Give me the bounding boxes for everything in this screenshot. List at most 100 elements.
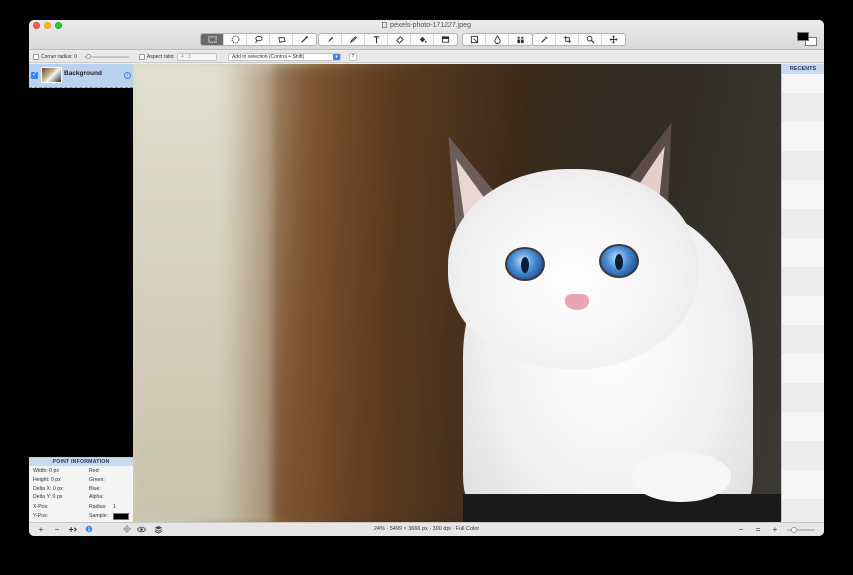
image-info: 24% · 5499 × 3666 px · 300 dpi · Full Co… <box>373 526 480 532</box>
status-bar: + − 24% · 5499 × 3666 px · 300 dpi · Ful… <box>29 522 824 536</box>
red-readout: Red: <box>89 468 100 474</box>
zoom-fit-button[interactable]: = <box>754 525 762 535</box>
foreground-color-swatch[interactable] <box>797 32 809 41</box>
blur-drop-icon <box>493 35 501 44</box>
zoom-tool[interactable] <box>579 34 602 45</box>
image-canvas[interactable] <box>133 64 781 522</box>
window-title: pexels-photo-171227.jpeg <box>29 22 824 29</box>
selection-mode-select[interactable]: Add to selection (Control + Shift) ▾ <box>228 53 341 61</box>
color-swatches[interactable] <box>797 32 817 46</box>
retouch-tools-group <box>462 33 533 46</box>
aspect-ratio-field[interactable]: 4 : 3 <box>177 53 217 61</box>
layer-thumbnail <box>41 67 62 83</box>
selection-tools-group <box>200 33 317 46</box>
paint-bucket-tool[interactable] <box>411 34 434 45</box>
delta-y-readout: Delta Y: 0 px <box>33 494 63 500</box>
utility-tools-group <box>532 33 626 46</box>
aspect-ratio-checkbox[interactable] <box>139 54 145 60</box>
gradient-icon <box>441 36 450 43</box>
sample-label: Sample: <box>89 513 109 519</box>
recents-heading: RECENTS <box>782 64 824 74</box>
clone-stamp-icon <box>517 36 524 44</box>
lasso-tool[interactable] <box>247 34 270 45</box>
aspect-ratio-label: Aspect ratio: <box>147 54 175 60</box>
layer-visibility-checkbox[interactable]: ✓ <box>31 72 38 79</box>
crop-tool[interactable] <box>556 34 579 45</box>
polygon-lasso-icon <box>277 37 286 43</box>
zoom-out-button[interactable]: − <box>737 525 745 535</box>
sample-color-swatch[interactable] <box>113 513 129 520</box>
corner-radius-checkbox[interactable] <box>33 54 39 60</box>
photo-cat-left-pupil <box>521 257 529 273</box>
text-tool[interactable] <box>365 34 388 45</box>
magic-wand-tool[interactable] <box>293 34 316 45</box>
pencil-tool[interactable] <box>342 34 365 45</box>
polygon-lasso-tool[interactable] <box>270 34 293 45</box>
photo-cat-left-eye <box>505 247 545 281</box>
layers-panel: ✓ Background i <box>29 64 133 457</box>
layer-info-icon[interactable]: i <box>124 72 131 79</box>
eraser-tool[interactable] <box>388 34 411 45</box>
lasso-icon <box>254 35 263 44</box>
eyedropper-tool[interactable] <box>533 34 556 45</box>
crop-select-tool[interactable] <box>463 34 486 45</box>
zoom-in-button[interactable]: + <box>771 525 779 535</box>
width-readout: Width: 0 px <box>33 468 59 474</box>
selection-mode-value: Add to selection (Control + Shift) <box>232 54 305 60</box>
aspect-ratio-option[interactable]: Aspect ratio: <box>139 53 175 61</box>
aspect-ratio-value: 4 : 3 <box>181 54 191 60</box>
gradient-tool[interactable] <box>434 34 457 45</box>
layer-name: Background <box>64 70 102 77</box>
chevron-down-icon: ▾ <box>333 54 340 60</box>
move-tool[interactable] <box>602 34 625 45</box>
zoom-slider-knob[interactable] <box>791 527 797 533</box>
pencil-icon <box>349 36 357 44</box>
pen-icon <box>327 36 333 43</box>
help-button[interactable]: ? <box>349 53 357 61</box>
pen-tool[interactable] <box>319 34 342 45</box>
point-information-heading: POINT INFORMATION <box>29 458 133 466</box>
tool-options-bar: Corner radius: 0 Aspect ratio: 4 : 3 Add… <box>29 51 824 63</box>
layer-row[interactable]: ✓ Background i <box>29 64 133 88</box>
radius-value[interactable]: 1 <box>113 504 116 510</box>
photo-cat-paw <box>631 452 731 502</box>
photo-cat-right-pupil <box>615 254 623 270</box>
clone-stamp-tool[interactable] <box>509 34 532 45</box>
document-icon <box>382 22 388 28</box>
blue-readout: Blue: <box>89 486 101 492</box>
move-icon <box>609 35 618 44</box>
y-pos-readout: Y-Pos: <box>33 513 49 519</box>
photo-cat-right-eye <box>599 244 639 278</box>
photo-cat-head <box>448 169 698 369</box>
crop-icon <box>563 35 571 44</box>
radius-label: Radius: <box>89 504 107 510</box>
ellipse-select-icon <box>231 35 239 44</box>
text-icon <box>373 36 379 44</box>
photo-foreground-shadow <box>463 494 781 522</box>
window-title-text: pexels-photo-171227.jpeg <box>390 22 471 29</box>
height-readout: Height: 0 px <box>33 477 61 483</box>
title-bar: pexels-photo-171227.jpeg <box>29 20 824 50</box>
rect-select-tool[interactable] <box>201 34 224 45</box>
recents-panel: RECENTS <box>781 64 824 522</box>
paint-tools-group <box>318 33 458 46</box>
corner-radius-option[interactable]: Corner radius: 0 <box>33 53 77 61</box>
magic-wand-icon <box>301 36 308 43</box>
corner-radius-label: Corner radius: 0 <box>41 54 77 60</box>
rect-select-icon <box>207 36 217 43</box>
eyedropper-icon <box>540 36 548 43</box>
eraser-icon <box>395 36 404 44</box>
green-readout: Green: <box>89 477 105 483</box>
alpha-readout: Alpha: <box>89 494 104 500</box>
delta-x-readout: Delta X: 0 px <box>33 486 63 492</box>
x-pos-readout: X-Pos: <box>33 504 49 510</box>
paint-bucket-icon <box>419 36 427 43</box>
blur-tool[interactable] <box>486 34 509 45</box>
crop-select-icon <box>470 35 478 44</box>
photo-cat-nose <box>565 294 589 310</box>
corner-radius-slider-knob[interactable] <box>86 54 91 59</box>
point-information-panel: POINT INFORMATION Width: 0 px Height: 0 … <box>29 457 133 522</box>
ellipse-select-tool[interactable] <box>224 34 247 45</box>
app-window: pexels-photo-171227.jpeg Corner radius: … <box>29 20 824 536</box>
zoom-icon <box>586 35 595 44</box>
